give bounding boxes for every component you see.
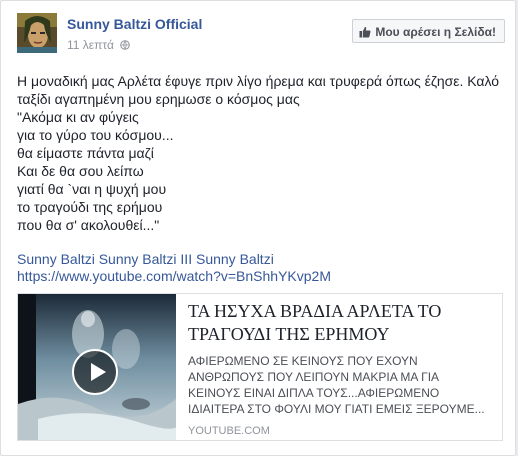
avatar-image bbox=[17, 13, 57, 53]
link-title[interactable]: ΤΑ ΗΣΥΧΑ ΒΡΑΔΙΑ ΑΡΛΕΤΑ ΤΟ ΤΡΑΓΟΥΔΙ ΤΗΣ Ε… bbox=[188, 300, 494, 346]
post-text: Η μοναδική μας Αρλέτα έφυγε πριν λίγο ήρ… bbox=[17, 73, 500, 233]
link-preview-card[interactable]: ΤΑ ΗΣΥΧΑ ΒΡΑΔΙΑ ΑΡΛΕΤΑ ΤΟ ΤΡΑΓΟΥΔΙ ΤΗΣ Ε… bbox=[17, 293, 503, 441]
globe-icon bbox=[120, 40, 130, 50]
avatar[interactable] bbox=[17, 13, 57, 53]
post-header: Sunny Baltzi Official 11 λεπτά Μου αρέσε… bbox=[17, 13, 505, 57]
link-preview-body: ΤΑ ΗΣΥΧΑ ΒΡΑΔΙΑ ΑΡΛΕΤΑ ΤΟ ΤΡΑΓΟΥΔΙ ΤΗΣ Ε… bbox=[188, 300, 494, 437]
post-timestamp[interactable]: 11 λεπτά bbox=[67, 38, 130, 52]
link-source: YOUTUBE.COM bbox=[188, 425, 270, 437]
timestamp-text: 11 λεπτά bbox=[67, 38, 114, 52]
like-page-button[interactable]: Μου αρέσει η Σελίδα! bbox=[352, 19, 505, 43]
page-name-link[interactable]: Sunny Baltzi Official bbox=[67, 16, 202, 32]
play-icon[interactable] bbox=[72, 349, 118, 395]
like-page-label: Μου αρέσει η Σελίδα! bbox=[375, 25, 496, 39]
post-tags[interactable]: Sunny Baltzi Sunny Baltzi III Sunny Balt… bbox=[17, 250, 274, 268]
link-description: ΑΦΙΕΡΩΜΕΝΟ ΣΕ ΚΕΙΝΟΥΣ ΠΟΥ ΕΧΟΥΝ ΑΝΘΡΩΠΟΥ… bbox=[188, 354, 485, 416]
post-card: Sunny Baltzi Official 11 λεπτά Μου αρέσε… bbox=[0, 0, 516, 456]
video-thumbnail[interactable] bbox=[18, 294, 176, 440]
thumbs-up-icon bbox=[359, 26, 371, 38]
post-url-link[interactable]: https://www.youtube.com/watch?v=BnShhYKv… bbox=[17, 267, 331, 285]
